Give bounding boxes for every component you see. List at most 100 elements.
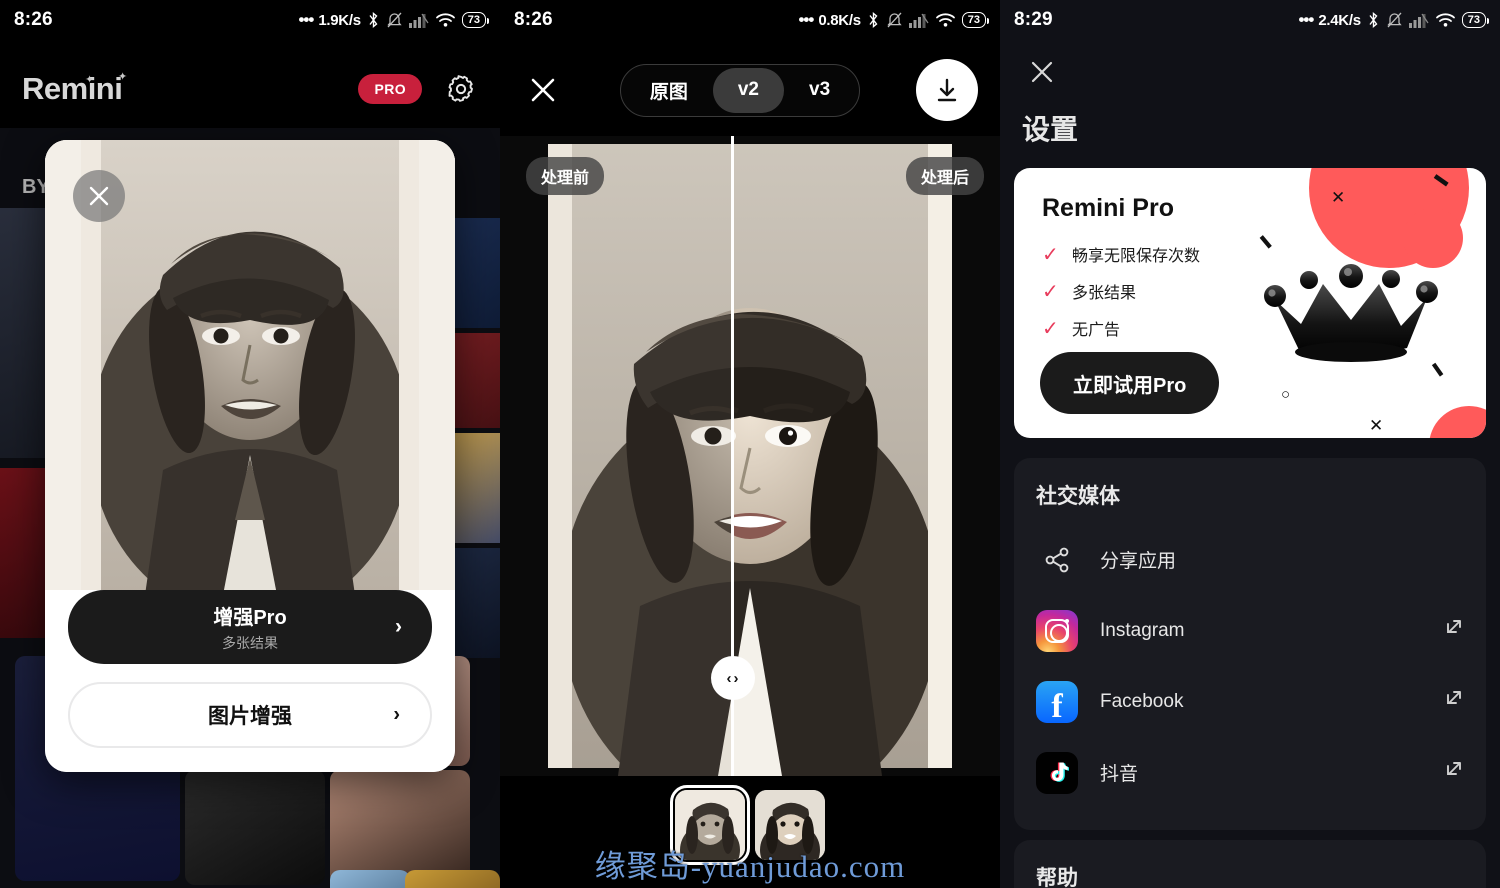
compare-toolbar: 原图 v2 v3 [500, 44, 1000, 136]
segment-original[interactable]: 原图 [625, 68, 713, 113]
pro-card-illustration: ✕ ✕ ○ ▬ ▬ ▬ [1251, 168, 1486, 438]
segment-v3[interactable]: v3 [784, 68, 855, 113]
download-button[interactable] [915, 59, 978, 121]
pro-feature-label: 无广告 [1072, 322, 1121, 339]
app-header: Remini ✦ ✦ PRO [0, 48, 500, 130]
sparkle-icon-2: ✦ [118, 71, 127, 83]
gear-icon [448, 75, 473, 102]
signal-icon [1408, 13, 1429, 28]
facebook-icon: f [1036, 680, 1078, 724]
chevron-right-icon: › [395, 615, 402, 638]
gallery-card[interactable] [185, 770, 325, 885]
status-time: 8:26 [14, 9, 53, 30]
mute-icon [1387, 12, 1402, 28]
status-dots-icon: ••• [798, 10, 814, 29]
enhance-pro-title: 增强Pro [213, 607, 287, 629]
bluetooth-icon [1369, 12, 1378, 28]
sparkle-icon-1: ✦ [85, 74, 94, 86]
status-icons: ••• 0.8K/s 73 [798, 10, 989, 30]
page-title: 设置 [1022, 114, 1079, 145]
bluetooth-icon [369, 12, 378, 28]
social-item-instagram[interactable]: Instagram [1014, 595, 1486, 666]
help-section-title: 帮助 [1036, 867, 1078, 888]
crown-icon [1264, 264, 1438, 362]
pro-feature-label: 畅享无限保存次数 [1072, 248, 1201, 265]
chip-after: 处理后 [905, 157, 984, 195]
status-bar-2: 8:26 ••• 0.8K/s 73 [500, 0, 1000, 40]
social-item-douyin[interactable]: 抖音 [1014, 737, 1486, 808]
enhance-pro-button[interactable]: 增强Pro 多张结果 › [68, 590, 432, 664]
decor-x-mark: ✕ [1331, 188, 1346, 207]
check-icon: ✓ [1042, 317, 1059, 340]
status-network-speed: 2.4K/s [1318, 11, 1361, 29]
app-logo: Remini ✦ ✦ [22, 71, 127, 107]
external-link-icon [1442, 688, 1464, 715]
social-item-label: 分享应用 [1100, 551, 1177, 572]
photo-enhance-button[interactable]: 图片增强 › [68, 682, 432, 748]
chip-before: 处理前 [526, 157, 605, 195]
before-after-comparison[interactable]: 处理前 处理后 ‹ › [500, 136, 1000, 776]
panel-settings: 8:29 ••• 2.4K/s 73 设置 ✕ ✕ ○ ▬ ▬ ▬ Remini… [1000, 0, 1500, 888]
tiktok-icon [1036, 751, 1078, 794]
social-item-label: 抖音 [1100, 764, 1139, 785]
bluetooth-icon [869, 12, 878, 28]
status-network-speed: 1.9K/s [318, 11, 361, 29]
gallery-card[interactable] [330, 870, 410, 888]
chevron-left-icon: ‹ [726, 669, 732, 687]
mute-icon [887, 12, 902, 28]
panel-home: 8:26 ••• 1.9K/s 73 Remini ✦ ✦ PRO BY 增强P… [0, 0, 500, 888]
pro-feature-label: 多张结果 [1072, 285, 1137, 302]
social-media-section: 社交媒体 分享应用 Instagram f Facebook 抖音 [1014, 458, 1486, 830]
external-link-icon [1442, 759, 1464, 786]
decor-x-mark: ✕ [1369, 416, 1384, 435]
external-link-icon [1442, 617, 1464, 644]
three-panel-screenshot: 8:26 ••• 1.9K/s 73 Remini ✦ ✦ PRO BY 增强P… [0, 0, 1500, 888]
sheet-action-area: 增强Pro 多张结果 › 图片增强 › [45, 590, 455, 772]
try-pro-button[interactable]: 立即试用Pro [1040, 352, 1220, 414]
remini-pro-card: ✕ ✕ ○ ▬ ▬ ▬ Remini Pro ✓ 畅享无限保存次数 ✓ 多张结果… [1014, 168, 1486, 438]
wifi-icon [435, 13, 455, 27]
pro-badge[interactable]: PRO [358, 74, 422, 104]
status-network-speed: 0.8K/s [818, 11, 861, 29]
decor-o-mark: ○ [1281, 386, 1291, 403]
social-item-facebook[interactable]: f Facebook [1014, 666, 1486, 737]
wifi-icon [1435, 13, 1455, 27]
status-dots-icon: ••• [1298, 10, 1314, 29]
pro-feature-item: ✓ 畅享无限保存次数 [1042, 240, 1200, 268]
download-icon [937, 78, 957, 102]
battery-indicator: 73 [461, 12, 489, 28]
settings-button[interactable] [444, 72, 478, 106]
social-item-label: Instagram [1100, 619, 1185, 641]
decor-dash: ▬ [1257, 229, 1279, 251]
share-icon [1036, 539, 1078, 581]
gallery-card[interactable] [330, 770, 470, 885]
watermark-text: 缘聚岛-yuanjudao.com [594, 849, 906, 884]
help-section: 帮助 [1014, 840, 1486, 888]
social-item-share[interactable]: 分享应用 [1014, 524, 1486, 595]
version-segmented-control[interactable]: 原图 v2 v3 [619, 63, 861, 117]
app-name-text: Remini [22, 71, 123, 106]
chevron-right-icon: › [733, 669, 739, 687]
status-icons: ••• 1.9K/s 73 [298, 10, 489, 30]
compare-close-button[interactable] [522, 69, 564, 111]
social-section-title: 社交媒体 [1036, 485, 1120, 508]
mute-icon [387, 12, 402, 28]
pro-feature-item: ✓ 无广告 [1042, 314, 1200, 342]
settings-close-button[interactable] [1022, 52, 1062, 92]
instagram-icon [1036, 609, 1078, 652]
status-dots-icon: ••• [298, 10, 314, 29]
check-icon: ✓ [1042, 243, 1059, 266]
panel-compare: 8:26 ••• 0.8K/s 73 原图 v2 v3 处理前 处理后 ‹ › … [500, 0, 1000, 888]
status-icons: ••• 2.4K/s 73 [1298, 10, 1489, 30]
social-item-label: Facebook [1100, 690, 1184, 712]
sheet-close-button[interactable] [73, 170, 125, 222]
close-icon [531, 78, 555, 102]
gallery-card[interactable] [405, 870, 500, 888]
pro-feature-list: ✓ 畅享无限保存次数 ✓ 多张结果 ✓ 无广告 [1042, 240, 1200, 351]
close-icon [1031, 61, 1053, 83]
segment-v2[interactable]: v2 [712, 67, 784, 113]
status-time: 8:26 [514, 9, 553, 30]
comparison-drag-handle[interactable]: ‹ › [710, 656, 755, 700]
signal-icon [408, 13, 429, 28]
photo-enhance-title: 图片增强 [208, 705, 292, 728]
